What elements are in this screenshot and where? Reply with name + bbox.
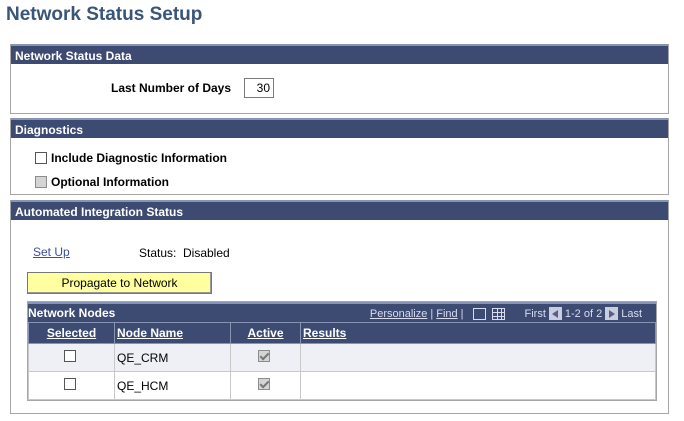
diagnostics-header: Diagnostics — [11, 118, 668, 138]
page-title: Network Status Setup — [6, 4, 203, 25]
row-select-checkbox[interactable] — [63, 350, 76, 362]
download-grid-icon[interactable] — [491, 307, 505, 320]
grid-title: Network Nodes — [28, 306, 116, 320]
include-diagnostic-row[interactable]: Include Diagnostic Information — [35, 151, 227, 165]
personalize-link[interactable]: Personalize — [370, 308, 427, 320]
selected-cell — [28, 343, 115, 372]
integration-status-header: Automated Integration Status — [11, 200, 668, 220]
last-label: Last — [621, 307, 642, 320]
view-all-icon[interactable] — [472, 307, 486, 320]
network-nodes-grid: Network Nodes Personalize | Find | First… — [27, 301, 657, 401]
optional-information-label: Optional Information — [51, 175, 169, 189]
status-label: Status: — [139, 246, 177, 260]
grid-tools: Personalize | Find | First 1-2 of 2 Last — [370, 307, 642, 320]
include-diagnostic-label: Include Diagnostic Information — [51, 151, 228, 165]
table-row: QE_CRM — [28, 343, 656, 372]
status-value: Disabled — [183, 246, 230, 260]
active-checkbox — [257, 378, 270, 390]
results-cell — [300, 343, 656, 372]
network-nodes-table: Selected Node Name Active Results QE_CRM… — [28, 322, 656, 400]
last-number-of-days-input[interactable] — [244, 78, 274, 98]
column-header-active[interactable]: Active — [230, 322, 301, 344]
network-status-data-section: Network Status Data Last Number of Days — [10, 44, 669, 114]
results-cell — [300, 371, 656, 400]
setup-link[interactable]: Set Up — [33, 245, 70, 259]
column-header-selected[interactable]: Selected — [28, 322, 115, 344]
row-range: 1-2 of 2 — [564, 307, 603, 320]
column-header-node-name[interactable]: Node Name — [114, 322, 231, 344]
column-header-results[interactable]: Results — [300, 322, 656, 344]
include-diagnostic-checkbox[interactable] — [35, 152, 47, 164]
active-cell — [230, 371, 301, 400]
integration-status-section: Automated Integration Status Set Up Stat… — [10, 200, 669, 414]
grid-titlebar: Network Nodes Personalize | Find | First… — [28, 302, 656, 322]
find-link[interactable]: Find — [436, 308, 457, 320]
first-label: First — [524, 307, 546, 320]
optional-information-checkbox — [35, 176, 47, 188]
propagate-to-network-button[interactable]: Propagate to Network — [27, 272, 212, 294]
last-number-of-days-label: Last Number of Days — [111, 81, 232, 95]
active-checkbox — [257, 350, 270, 362]
tool-separator: | — [430, 307, 434, 320]
active-cell — [230, 343, 301, 372]
optional-information-row: Optional Information — [35, 175, 169, 189]
next-arrow-icon[interactable] — [605, 307, 619, 320]
tool-separator: | — [460, 307, 464, 320]
diagnostics-section: Diagnostics Include Diagnostic Informati… — [10, 118, 669, 195]
table-row: QE_HCM — [28, 371, 656, 400]
node-name-cell: QE_CRM — [114, 343, 231, 372]
network-status-data-header: Network Status Data — [11, 44, 668, 64]
selected-cell — [28, 371, 115, 400]
previous-arrow-icon[interactable] — [548, 307, 562, 320]
row-select-checkbox[interactable] — [63, 378, 76, 390]
node-name-cell: QE_HCM — [114, 371, 231, 400]
